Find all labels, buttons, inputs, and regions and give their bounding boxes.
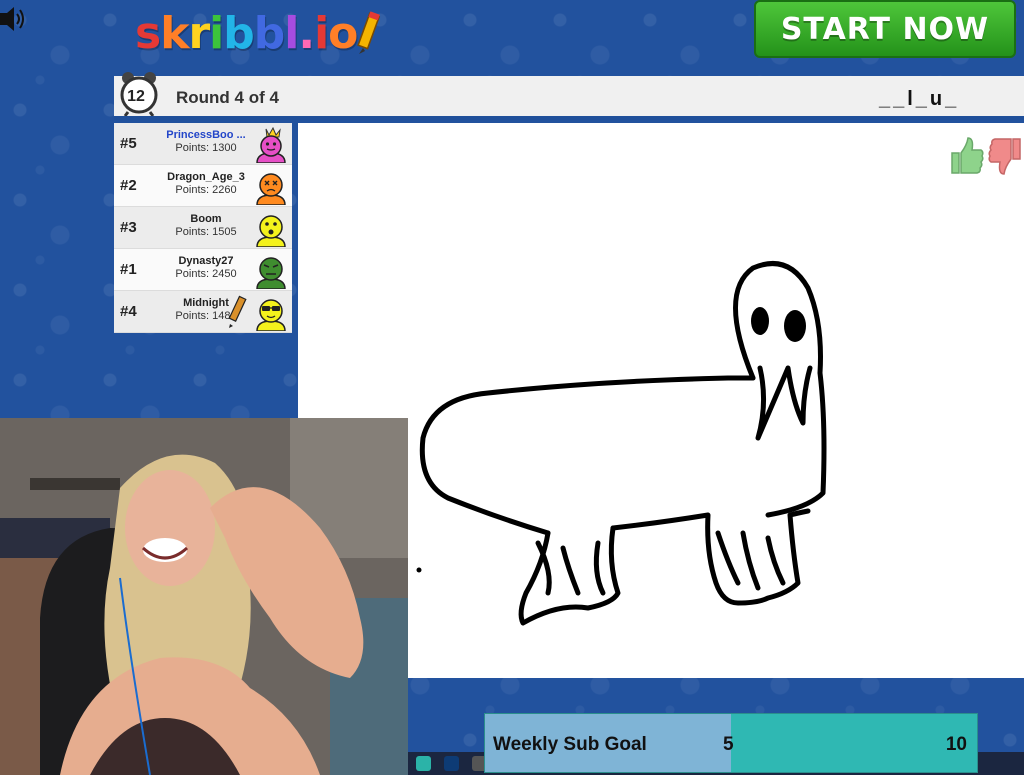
player-rank: #4 [120, 303, 137, 320]
weekly-sub-goal-bar: Weekly Sub Goal 5 10 [484, 713, 978, 773]
pencil-icon [228, 295, 247, 328]
player-points: Points: 2260 [175, 184, 237, 196]
logo-letter: l [284, 8, 299, 59]
logo-letter: s [135, 8, 161, 59]
avatar [256, 127, 286, 163]
game-top-bar: 12 Round 4 of 4 __l_u_ [114, 72, 1024, 120]
sub-goal-title: Weekly Sub Goal [493, 734, 647, 755]
player-row[interactable]: #2 Dragon_Age_3 Points: 2260 [114, 165, 292, 207]
player-row[interactable]: #1 Dynasty27 Points: 2450 [114, 249, 292, 291]
timer-value: 12 [127, 88, 145, 105]
logo-letter: b [223, 8, 254, 59]
word-hint: __l_u_ [879, 88, 960, 110]
start-now-button[interactable]: START NOW [754, 0, 1016, 58]
player-row[interactable]: #5 PrincessBoo ... Points: 1300 [114, 123, 292, 165]
photoshop-icon[interactable] [444, 756, 459, 771]
avatar [256, 173, 286, 205]
logo-letter: i [209, 8, 224, 59]
player-rank: #5 [120, 135, 137, 152]
logo-letter: b [253, 8, 285, 59]
player-rank: #2 [120, 177, 137, 194]
player-name: PrincessBoo ... [166, 129, 246, 141]
logo-letter: k [160, 8, 189, 59]
app-icon[interactable] [416, 756, 431, 771]
avatar [256, 215, 286, 247]
avatar [256, 299, 286, 331]
sub-goal-target: 10 [945, 734, 967, 755]
player-name: Boom [190, 213, 222, 225]
player-list: #5 PrincessBoo ... Points: 1300 #2 Drago… [114, 123, 292, 333]
webcam-feed [0, 418, 408, 775]
player-rank: #3 [120, 219, 137, 236]
logo-letter: . [298, 8, 315, 59]
sub-goal-current: 5 [723, 734, 734, 755]
player-name: Dragon_Age_3 [167, 171, 245, 183]
player-points: Points: 2450 [175, 268, 237, 280]
logo-letter: o [328, 8, 358, 59]
player-points: Points: 1300 [175, 142, 237, 154]
logo-letter: i [314, 8, 329, 59]
speaker-icon[interactable] [0, 2, 26, 38]
player-rank: #1 [120, 261, 137, 278]
skribbl-logo: skribbl.io [135, 8, 358, 59]
logo-letter: r [188, 8, 210, 59]
avatar [256, 257, 286, 289]
player-row[interactable]: #4 Midnight Points: 1480 [114, 291, 292, 333]
player-name: Dynasty27 [178, 255, 234, 267]
logo-pencil-icon [357, 11, 381, 54]
round-indicator: Round 4 of 4 [176, 88, 279, 107]
player-points: Points: 1505 [175, 226, 237, 238]
player-row[interactable]: #3 Boom Points: 1505 [114, 207, 292, 249]
webcam-person-image [0, 418, 408, 775]
